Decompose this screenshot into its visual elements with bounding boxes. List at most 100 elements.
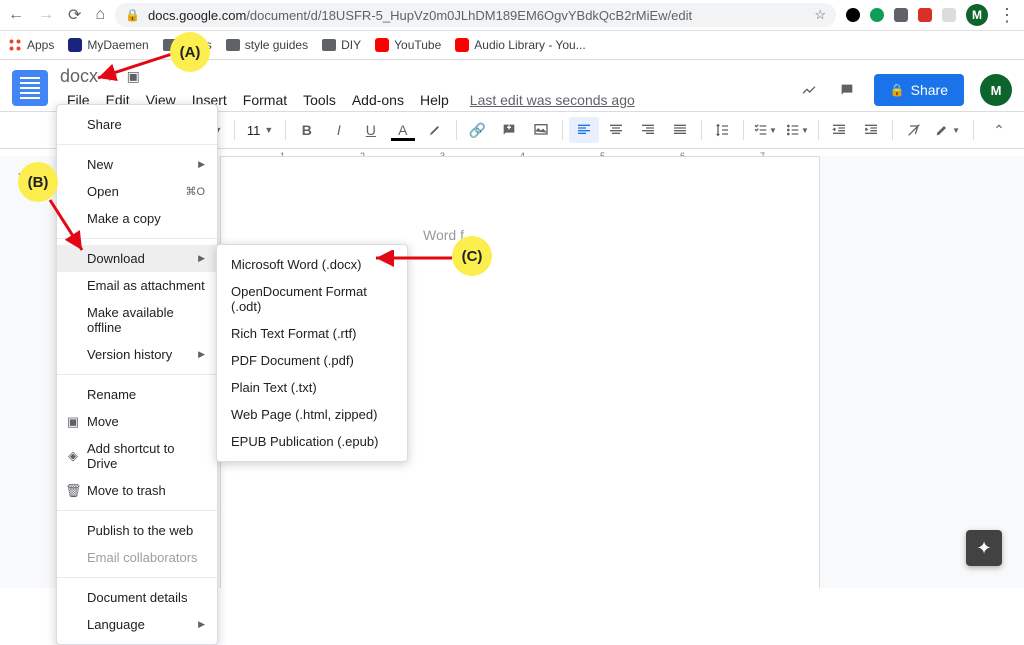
outdent-button[interactable] (824, 117, 854, 143)
menu-item-publish[interactable]: Publish to the web (57, 517, 217, 544)
insert-link-button[interactable]: 🔗 (462, 117, 492, 143)
download-html[interactable]: Web Page (.html, zipped) (217, 401, 407, 428)
bookmark-folder[interactable]: DIY (322, 38, 361, 52)
menu-item-share[interactable]: Share (57, 111, 217, 138)
bookmark-item[interactable]: MyDaemen (68, 38, 148, 52)
menu-item-make-copy[interactable]: Make a copy (57, 205, 217, 232)
shortcut-icon: ◈ (65, 448, 81, 464)
reload-icon[interactable]: ⟳ (68, 5, 81, 25)
align-left-button[interactable] (569, 117, 599, 143)
menu-item-language[interactable]: Language▶ (57, 611, 217, 638)
ext-icon[interactable] (870, 8, 884, 22)
submenu-arrow-icon: ▶ (198, 619, 205, 630)
collapse-toolbar-icon[interactable]: ⌃ (984, 117, 1014, 143)
ext-icon[interactable] (894, 8, 908, 22)
extensions: M ⋮ (846, 4, 1016, 26)
align-right-button[interactable] (633, 117, 663, 143)
move-folder-icon[interactable]: ▣ (127, 68, 140, 85)
menu-item-trash[interactable]: 🗑Move to trash (57, 477, 217, 504)
menu-item-new[interactable]: New▶ (57, 151, 217, 178)
text-color-button[interactable]: A (388, 117, 418, 143)
checklist-button[interactable]: ▼ (750, 117, 780, 143)
menu-item-email-attachment[interactable]: Email as attachment (57, 272, 217, 299)
bookmark-item[interactable]: Audio Library - You... (455, 38, 585, 52)
highlight-button[interactable] (420, 117, 450, 143)
indent-button[interactable] (856, 117, 886, 143)
bookmark-folder[interactable]: style guides (226, 38, 308, 52)
url-text: docs.google.com/document/d/18USFR-5_HupV… (148, 8, 692, 23)
menu-format[interactable]: Format (236, 89, 294, 111)
menu-item-email-collab: Email collaborators (57, 544, 217, 571)
ext-icon[interactable] (846, 8, 860, 22)
address-bar[interactable]: 🔒 docs.google.com/document/d/18USFR-5_Hu… (115, 3, 836, 27)
trash-icon: 🗑 (65, 483, 81, 499)
align-justify-button[interactable] (665, 117, 695, 143)
comments-icon[interactable] (836, 79, 858, 101)
last-edit-link[interactable]: Last edit was seconds ago (470, 92, 635, 108)
bookmarks-bar: Apps MyDaemen News style guides DIY YouT… (0, 31, 1024, 60)
menu-item-version-history[interactable]: Version history▶ (57, 341, 217, 368)
profile-avatar[interactable]: M (966, 4, 988, 26)
download-odt[interactable]: OpenDocument Format (.odt) (217, 278, 407, 320)
apps-icon (8, 38, 22, 52)
underline-button[interactable]: U (356, 117, 386, 143)
docs-logo-icon[interactable] (12, 70, 48, 106)
chrome-menu-icon[interactable]: ⋮ (998, 5, 1016, 26)
menu-item-move[interactable]: ▣Move (57, 408, 217, 435)
browser-chrome: ← → ⟳ ⌂ 🔒 docs.google.com/document/d/18U… (0, 0, 1024, 31)
menu-tools[interactable]: Tools (296, 89, 343, 111)
menu-item-shortcut[interactable]: ◈Add shortcut to Drive (57, 435, 217, 477)
insert-image-button[interactable] (526, 117, 556, 143)
file-menu: Share New▶ Open⌘O Make a copy Download▶ … (56, 104, 218, 645)
back-icon[interactable]: ← (8, 6, 24, 24)
document-title[interactable]: docx (60, 66, 98, 87)
activity-icon[interactable] (798, 79, 820, 101)
download-txt[interactable]: Plain Text (.txt) (217, 374, 407, 401)
download-pdf[interactable]: PDF Document (.pdf) (217, 347, 407, 374)
ext-icon[interactable] (942, 8, 956, 22)
forward-icon[interactable]: → (38, 6, 54, 24)
folder-icon (322, 39, 336, 51)
menu-item-offline[interactable]: Make available offline (57, 299, 217, 341)
editing-mode-button[interactable]: ▼ (931, 117, 963, 143)
home-icon[interactable]: ⌂ (95, 6, 105, 24)
outline-toggle-icon[interactable] (12, 166, 36, 190)
document-text: Word f (423, 227, 464, 243)
align-center-button[interactable] (601, 117, 631, 143)
lock-icon: 🔒 (125, 8, 140, 22)
bold-button[interactable]: B (292, 117, 322, 143)
download-rtf[interactable]: Rich Text Format (.rtf) (217, 320, 407, 347)
insert-comment-button[interactable] (494, 117, 524, 143)
menu-item-download[interactable]: Download▶ (57, 245, 217, 272)
share-button[interactable]: 🔒Share (874, 74, 964, 106)
submenu-arrow-icon: ▶ (198, 159, 205, 170)
download-docx[interactable]: Microsoft Word (.docx) (217, 251, 407, 278)
menu-item-details[interactable]: Document details (57, 584, 217, 611)
menu-item-open[interactable]: Open⌘O (57, 178, 217, 205)
bookmark-folder[interactable]: News (163, 38, 212, 52)
clear-formatting-button[interactable] (899, 117, 929, 143)
user-avatar[interactable]: M (980, 74, 1012, 106)
download-epub[interactable]: EPUB Publication (.epub) (217, 428, 407, 455)
site-icon (68, 38, 82, 52)
ext-icon[interactable] (918, 8, 932, 22)
download-submenu: Microsoft Word (.docx) OpenDocument Form… (216, 244, 408, 462)
italic-button[interactable]: I (324, 117, 354, 143)
star-icon[interactable]: ☆ (814, 7, 826, 23)
youtube-icon (375, 38, 389, 52)
menu-help[interactable]: Help (413, 89, 456, 111)
menu-addons[interactable]: Add-ons (345, 89, 411, 111)
menu-item-rename[interactable]: Rename (57, 381, 217, 408)
font-size-select[interactable]: 11▼ (241, 117, 279, 143)
move-icon: ▣ (65, 414, 81, 430)
bullet-list-button[interactable]: ▼ (782, 117, 812, 143)
lock-icon: 🔒 (890, 83, 905, 97)
line-spacing-button[interactable] (707, 117, 737, 143)
bookmark-item[interactable]: YouTube (375, 38, 441, 52)
youtube-icon (455, 38, 469, 52)
apps-shortcut[interactable]: Apps (8, 38, 54, 52)
explore-button[interactable]: ✦ (966, 530, 1002, 566)
star-icon[interactable]: ☆ (106, 68, 119, 85)
folder-icon (226, 39, 240, 51)
submenu-arrow-icon: ▶ (198, 253, 205, 264)
